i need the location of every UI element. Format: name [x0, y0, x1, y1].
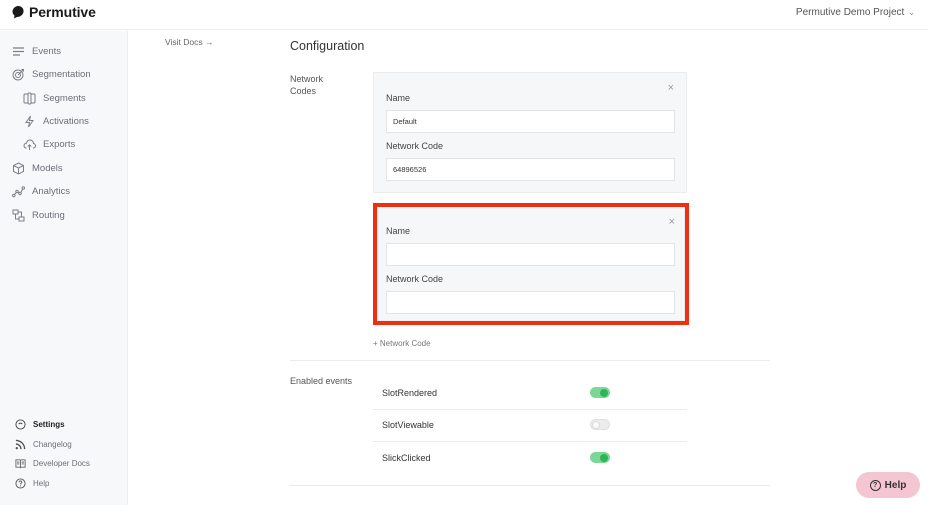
project-selector[interactable]: Permutive Demo Project ⌄ — [796, 7, 915, 18]
routing-icon — [10, 208, 26, 222]
settings-icon — [13, 418, 27, 430]
list-icon — [10, 44, 26, 58]
toggle-knob — [592, 421, 600, 429]
bolt-icon — [21, 114, 37, 128]
sidebar-item-developer-docs[interactable]: Developer Docs — [0, 454, 90, 472]
sidebar-item-label: Help — [33, 478, 50, 488]
logo[interactable]: Permutive — [11, 4, 96, 20]
toggle-knob — [600, 453, 608, 462]
sidebar-item-help[interactable]: Help — [0, 474, 49, 492]
top-bar: Permutive Permutive Demo Project ⌄ — [0, 0, 928, 30]
logo-text: Permutive — [29, 4, 96, 20]
sidebar-item-label: Segments — [43, 92, 86, 104]
chevron-down-icon: ⌄ — [908, 8, 915, 17]
toggle-knob — [600, 388, 608, 397]
event-row-slot-rendered: SlotRendered — [373, 377, 687, 409]
event-toggle[interactable] — [590, 419, 610, 430]
name-input[interactable]: Default — [386, 110, 675, 133]
page-title: Configuration — [290, 39, 365, 53]
name-label: Name — [386, 93, 411, 103]
analytics-icon — [10, 184, 26, 198]
event-toggle[interactable] — [590, 387, 610, 398]
event-row-slot-viewable: SlotViewable — [373, 409, 687, 441]
sidebar-item-segmentation[interactable]: Segmentation — [0, 64, 91, 84]
sidebar: Events Segmentation Segments Activations… — [0, 31, 128, 505]
book-icon — [13, 457, 27, 469]
divider — [290, 485, 770, 486]
sidebar-item-label: Activations — [43, 115, 89, 127]
sidebar-item-label: Changelog — [33, 439, 72, 449]
sidebar-item-label: Settings — [33, 419, 65, 429]
event-toggle[interactable] — [590, 452, 610, 463]
event-row-slick-clicked: SlickClicked — [373, 442, 687, 474]
sidebar-item-label: Segmentation — [32, 68, 91, 80]
enabled-events-label: Enabled events — [290, 376, 353, 386]
sidebar-item-events[interactable]: Events — [0, 41, 61, 61]
network-codes-label: Network Codes — [290, 74, 324, 96]
help-button[interactable]: ? Help — [856, 472, 920, 498]
sidebar-item-label: Events — [32, 45, 62, 57]
sidebar-item-changelog[interactable]: Changelog — [0, 435, 72, 453]
sidebar-item-label: Analytics — [32, 185, 71, 197]
rss-icon — [13, 438, 27, 450]
sidebar-item-models[interactable]: Models — [0, 158, 63, 178]
network-code-input[interactable]: 64896526 — [386, 158, 675, 181]
sidebar-item-exports[interactable]: Exports — [0, 134, 75, 154]
sidebar-item-label: Models — [32, 162, 63, 174]
segments-icon — [21, 91, 37, 105]
sidebar-item-label: Exports — [43, 138, 76, 150]
network-code-label: Network Code — [386, 141, 444, 151]
network-code-card: × Name Default Network Code 64896526 — [373, 72, 687, 193]
sidebar-item-segments[interactable]: Segments — [0, 88, 86, 108]
help-button-label: Help — [884, 479, 907, 491]
help-icon — [13, 477, 27, 489]
cube-icon — [10, 161, 26, 175]
sidebar-item-activations[interactable]: Activations — [0, 111, 89, 131]
target-icon — [10, 67, 26, 81]
sidebar-item-settings[interactable]: Settings — [0, 415, 65, 433]
project-name: Permutive Demo Project — [795, 7, 905, 18]
close-icon[interactable]: × — [668, 82, 674, 94]
highlight-box — [373, 203, 689, 325]
event-name: SlotViewable — [382, 420, 434, 430]
cloud-upload-icon — [21, 137, 37, 151]
question-icon: ? — [869, 479, 881, 491]
event-name: SlickClicked — [382, 453, 431, 463]
divider — [290, 360, 770, 361]
sidebar-item-routing[interactable]: Routing — [0, 205, 65, 225]
add-network-code-button[interactable]: + Network Code — [373, 339, 431, 348]
sidebar-item-analytics[interactable]: Analytics — [0, 181, 70, 201]
sidebar-item-label: Routing — [32, 209, 65, 221]
event-name: SlotRendered — [382, 388, 438, 398]
visit-docs-link[interactable]: Visit Docs → — [165, 37, 214, 47]
permutive-logo-icon — [12, 6, 24, 19]
sidebar-item-label: Developer Docs — [33, 458, 90, 468]
